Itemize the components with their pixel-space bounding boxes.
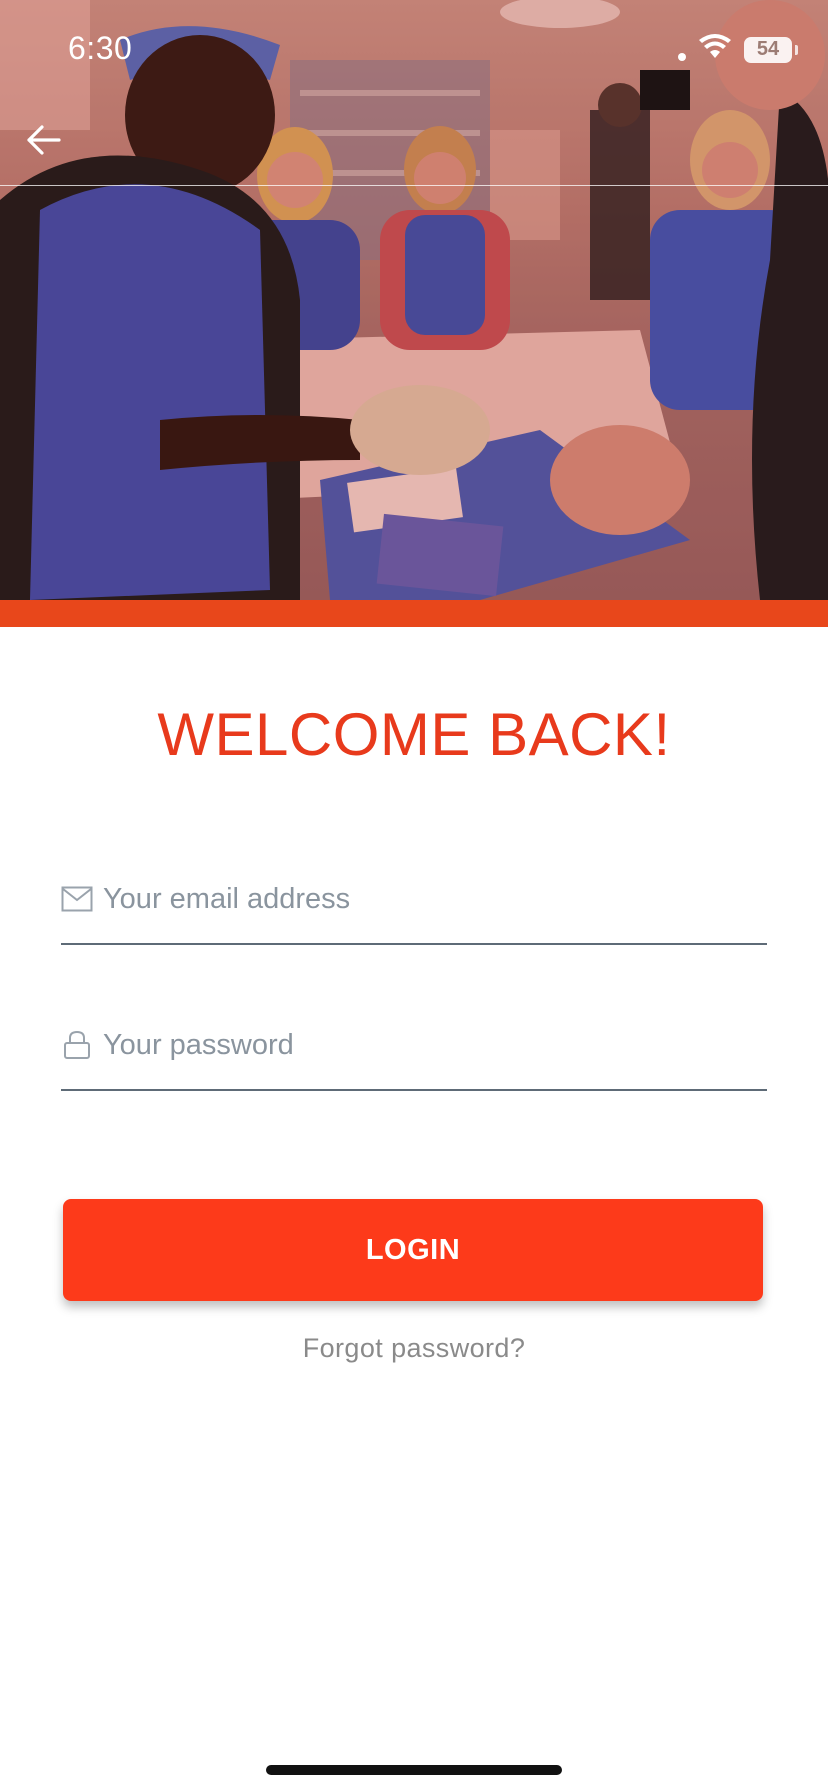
wifi-icon xyxy=(698,34,732,65)
back-button[interactable] xyxy=(24,120,64,160)
password-input[interactable] xyxy=(103,1020,767,1070)
status-icons: 54 xyxy=(678,34,798,65)
accent-band xyxy=(0,600,828,627)
status-bar: 6:30 54 xyxy=(0,0,828,100)
email-field[interactable] xyxy=(61,865,767,945)
home-indicator[interactable] xyxy=(266,1765,562,1775)
envelope-icon xyxy=(61,883,93,915)
status-time: 6:30 xyxy=(68,30,133,66)
header-divider xyxy=(0,185,828,186)
login-button[interactable]: LOGIN xyxy=(63,1199,763,1301)
password-field[interactable] xyxy=(61,1011,767,1091)
signal-dot-icon xyxy=(678,52,686,61)
email-input[interactable] xyxy=(103,874,767,924)
lock-icon xyxy=(61,1029,93,1061)
arrow-left-icon xyxy=(27,125,61,155)
battery-icon: 54 xyxy=(744,36,798,63)
welcome-title: WELCOME BACK! xyxy=(157,701,671,768)
forgot-password-link[interactable]: Forgot password? xyxy=(0,1333,828,1364)
